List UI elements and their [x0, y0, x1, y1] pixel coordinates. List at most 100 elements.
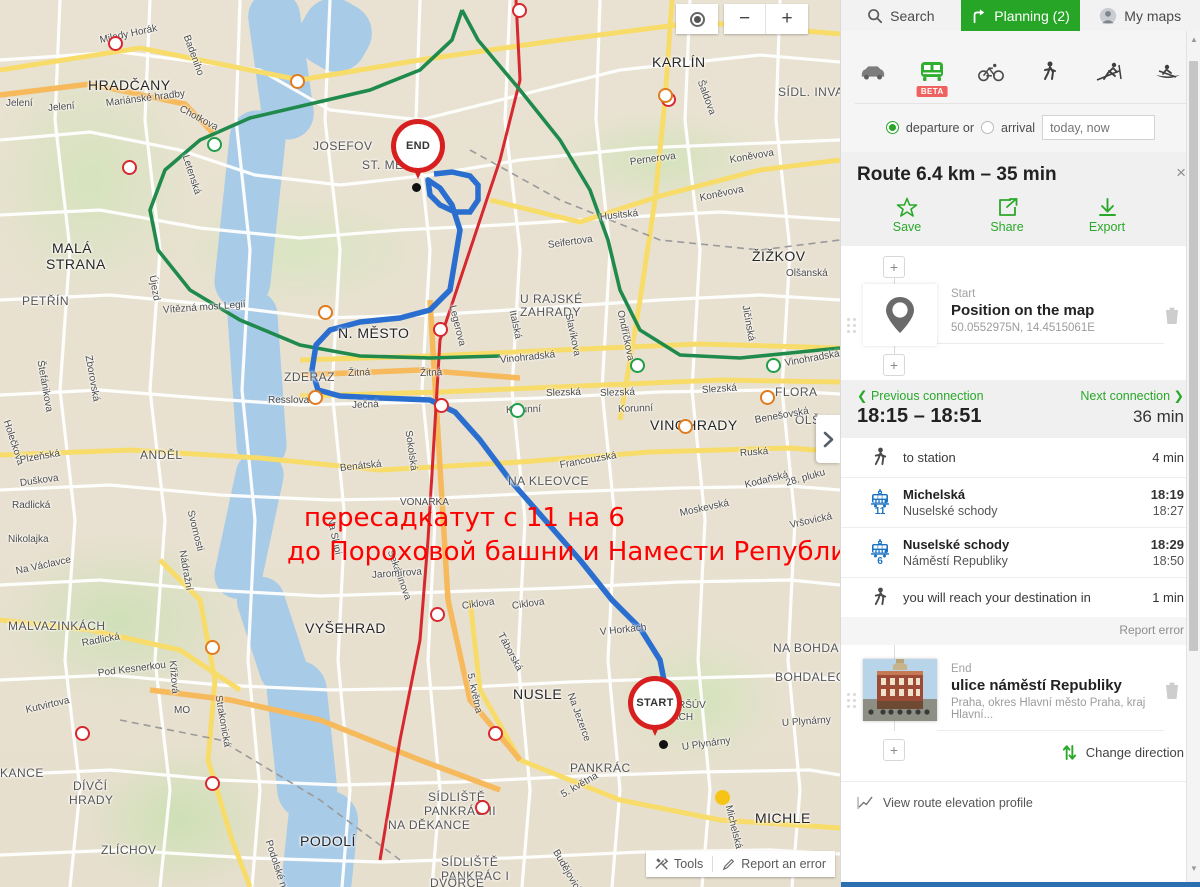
tools-button[interactable]: Tools — [646, 851, 712, 877]
report-an-error-button[interactable]: Report an error — [713, 851, 835, 877]
add-waypoint-after-button[interactable]: + — [883, 354, 905, 376]
zoom-out-button[interactable]: − — [724, 4, 766, 34]
map-marker-start[interactable]: START — [628, 676, 682, 730]
tab-my-maps[interactable]: My maps — [1080, 0, 1200, 31]
departure-label: departure or — [905, 120, 975, 135]
leg-line-number: 6 — [877, 555, 883, 567]
tab-my-maps-label: My maps — [1124, 7, 1182, 24]
map-canvas[interactable]: HRADČANY MALÁ STRANA PETŘÍN JOSEFOV ST. MĚ KAR… — [0, 0, 840, 887]
leg-icon-tram: 11 — [857, 488, 903, 517]
map-marker-end[interactable]: END — [391, 119, 445, 173]
end-point-dot — [412, 183, 421, 192]
arrival-radio[interactable] — [981, 121, 995, 134]
leg-walk-final[interactable]: you will reach your destination in 1 min — [841, 578, 1200, 617]
leg-duration: 4 min — [1152, 450, 1184, 465]
delete-end-waypoint-button[interactable] — [1164, 659, 1186, 703]
download-icon — [1057, 194, 1157, 220]
map-tools-bar[interactable]: Tools Report an error — [646, 851, 835, 877]
transport-modes[interactable]: BETA — [841, 43, 1200, 97]
drag-handle[interactable] — [847, 318, 861, 333]
report-error-label: Report an error — [741, 857, 826, 871]
leg-title: you will reach your destination in — [903, 590, 1091, 605]
next-connection-button[interactable]: Next connection ❯ — [1080, 388, 1184, 403]
elevation-profile-link[interactable]: View route elevation profile — [841, 781, 1200, 824]
tools-icon — [655, 858, 669, 870]
waypoint-end-kind: End — [951, 663, 972, 675]
leg-depart-time: 18:29 — [1150, 537, 1184, 552]
connection-time-summary: 18:15 – 18:51 36 min — [841, 403, 1200, 438]
mode-public-transport[interactable]: BETA — [914, 55, 951, 97]
change-direction-button[interactable]: Change direction — [1061, 740, 1200, 761]
save-route-button[interactable]: Save — [857, 194, 957, 234]
walk-icon — [1043, 61, 1056, 80]
leg-arrive-time: 18:50 — [1152, 554, 1184, 568]
waypoint-start-icon-box[interactable] — [863, 284, 937, 346]
leg-title: to station — [903, 450, 956, 465]
zoom-controls[interactable]: − + — [724, 4, 808, 34]
tab-planning[interactable]: Planning (2) — [960, 0, 1081, 31]
scrollbar-thumb[interactable] — [1189, 61, 1198, 651]
leg-title: Michelská — [903, 487, 966, 502]
locate-icon — [689, 11, 705, 27]
previous-connection-button[interactable]: ❮ Previous connection — [857, 388, 984, 403]
report-error-link[interactable]: Report error — [841, 617, 1200, 645]
swap-arrows-icon — [1062, 744, 1076, 760]
share-route-button[interactable]: Share — [957, 194, 1057, 234]
annotation-line-1: пересадкатут с 11 на 6 — [304, 503, 625, 533]
export-route-button[interactable]: Export — [1057, 194, 1157, 234]
ski-icon — [1096, 62, 1122, 81]
waypoint-start-coords: 50.0552975N, 14.4515061E — [951, 322, 1095, 334]
connection-duration: 36 min — [1132, 407, 1184, 426]
route-title: Route 6.4 km – 35 min — [857, 164, 1057, 185]
add-waypoint-end-button[interactable]: + — [883, 739, 905, 761]
mode-bike[interactable] — [973, 55, 1010, 89]
mode-boat[interactable] — [1149, 55, 1186, 89]
departure-arrival-row[interactable]: departure or arrival — [855, 103, 1186, 152]
annotation-line-2: до Пороховой башни и Намести Републики — [287, 537, 840, 567]
leg-right: 4 min — [1152, 450, 1184, 465]
elevation-chart-icon — [857, 796, 873, 810]
waypoint-end-name: ulice náměstí Republiky — [951, 677, 1122, 694]
leg-text: to station — [903, 450, 1152, 465]
route-actions[interactable]: Save Share Export — [857, 186, 1184, 246]
sidebar-collapse-toggle[interactable] — [816, 415, 840, 463]
connection-nav[interactable]: ❮ Previous connection Next connection ❯ — [841, 380, 1200, 403]
departure-radio[interactable] — [885, 121, 899, 134]
map-marker-end-label: END — [396, 124, 440, 168]
map-viewport[interactable]: HRADČANY MALÁ STRANA PETŘÍN JOSEFOV ST. MĚ KAR… — [0, 0, 840, 887]
scroll-down-arrow[interactable]: ▼ — [1190, 864, 1198, 873]
leg-tram-11[interactable]: 11 Michelská Nuselské schody 18:19 18:27 — [841, 478, 1200, 528]
leg-tram-6[interactable]: 6 Nuselské schody Náměstí Republiky 18:2… — [841, 528, 1200, 578]
map-controls[interactable]: − + — [676, 4, 808, 34]
sidebar-tabs[interactable]: Search Planning (2) My maps — [841, 0, 1200, 31]
leg-right: 1 min — [1152, 590, 1184, 605]
chevron-right-icon — [823, 431, 833, 447]
arrival-label: arrival — [1001, 120, 1036, 135]
leg-right: 18:19 18:27 — [1151, 487, 1184, 518]
drag-handle[interactable] — [847, 693, 861, 708]
route-detail-scroll[interactable]: + Start Position on the map 50.0552975N,… — [841, 246, 1200, 887]
change-direction-label: Change direction — [1085, 744, 1184, 760]
waypoint-end-row[interactable]: End ulice náměstí Republiky Praha, okres… — [841, 651, 1200, 739]
route-summary-header: Route 6.4 km – 35 min × Save Share Expor… — [841, 152, 1200, 246]
zoom-in-button[interactable]: + — [766, 4, 808, 34]
mode-walk[interactable] — [1032, 55, 1069, 89]
scroll-up-arrow[interactable]: ▲ — [1190, 35, 1198, 44]
leg-text: Michelská Nuselské schody — [903, 487, 1151, 518]
locate-button[interactable] — [676, 4, 718, 34]
tab-search[interactable]: Search — [841, 0, 961, 31]
add-waypoint-before-button[interactable]: + — [883, 256, 905, 278]
close-route-button[interactable]: × — [1176, 164, 1186, 181]
mode-car[interactable] — [855, 55, 892, 89]
leg-walk-to-station[interactable]: to station 4 min — [841, 438, 1200, 478]
waypoint-end-thumbnail[interactable] — [863, 659, 937, 721]
waypoint-start-row[interactable]: Start Position on the map 50.0552975N, 1… — [841, 278, 1200, 354]
datetime-input[interactable] — [1042, 115, 1156, 140]
leg-subtitle: Náměstí Republiky — [903, 554, 1008, 568]
elevation-profile-label: View route elevation profile — [883, 796, 1033, 810]
delete-start-waypoint-button[interactable] — [1164, 284, 1186, 328]
leg-subtitle: Nuselské schody — [903, 504, 998, 518]
boat-icon — [1155, 64, 1180, 78]
sidebar-scrollbar[interactable]: ▲ ▼ — [1186, 31, 1200, 887]
mode-ski[interactable] — [1090, 55, 1127, 89]
